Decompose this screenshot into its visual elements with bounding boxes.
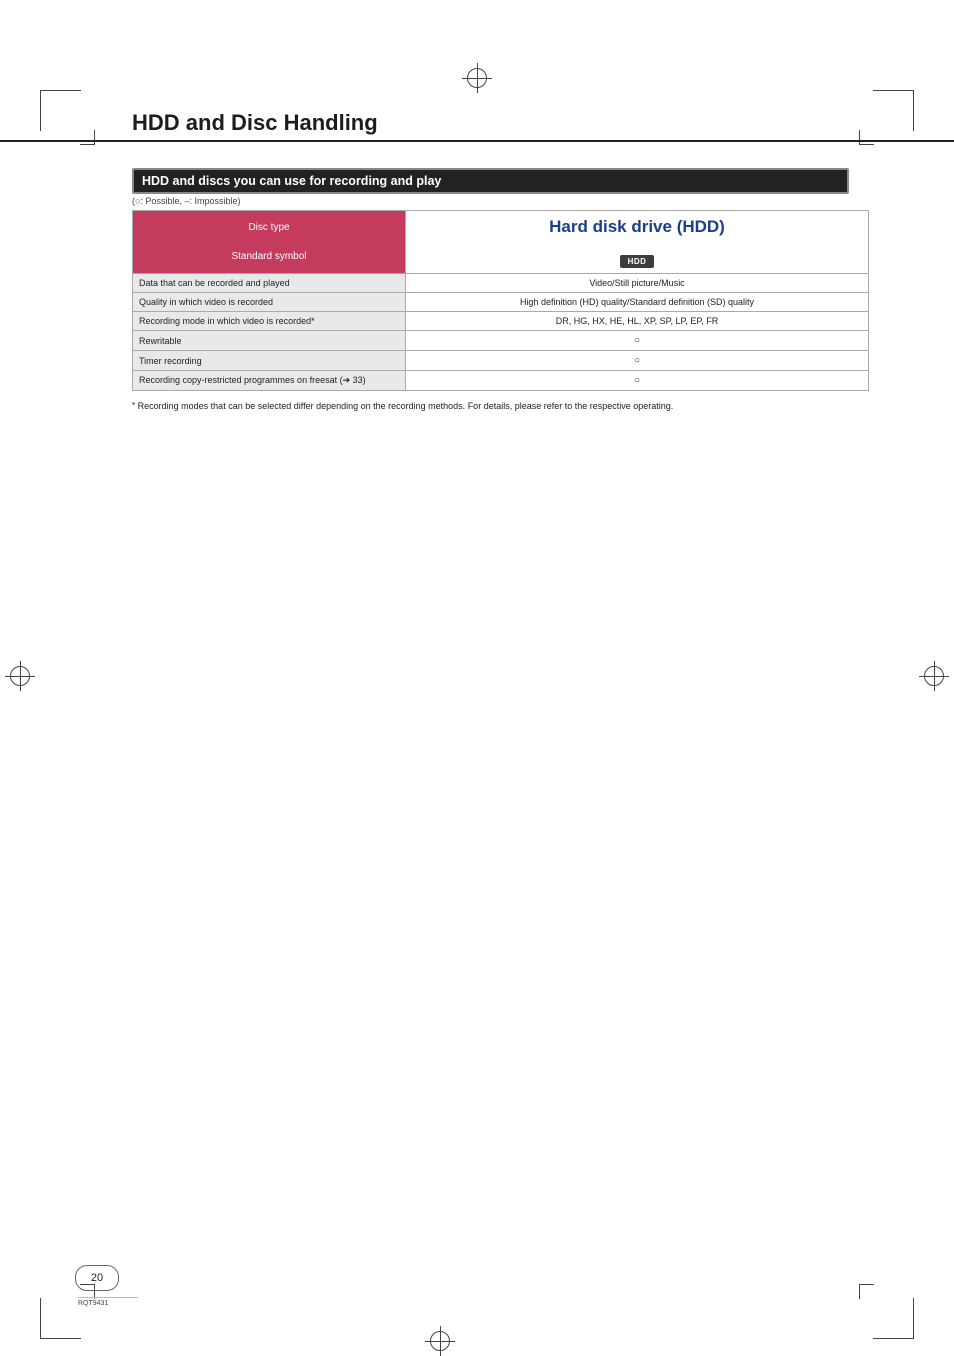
title-block: HDD and Disc Handling — [0, 110, 954, 142]
table-row: Recording mode in which video is recorde… — [133, 312, 869, 331]
row-value: ○ — [406, 351, 869, 371]
section-heading-bar: HDD and discs you can use for recording … — [132, 168, 849, 194]
row-value: DR, HG, HX, HE, HL, XP, SP, LP, EP, FR — [406, 312, 869, 331]
disc-type-header: Disc type Standard symbol — [133, 211, 406, 274]
table-row: Recording copy-restricted programmes on … — [133, 371, 869, 391]
row-label: Quality in which video is recorded — [133, 293, 406, 312]
table-row: Rewritable ○ — [133, 331, 869, 351]
crop-mark-bottom-right — [873, 1298, 914, 1339]
hdd-title: Hard disk drive (HDD) — [412, 217, 862, 237]
footnote-text: Recording modes that can be selected dif… — [138, 401, 674, 411]
row-value: ○ — [406, 331, 869, 351]
page-number: 20 — [91, 1272, 103, 1284]
page-title: HDD and Disc Handling — [132, 110, 869, 136]
standard-symbol-label: Standard symbol — [139, 251, 399, 262]
table-row: Timer recording ○ — [133, 351, 869, 371]
registration-mark-bottom — [430, 1331, 524, 1351]
hdd-header-cell: Hard disk drive (HDD) HDD — [406, 211, 869, 274]
table-header-row: Disc type Standard symbol Hard disk driv… — [133, 211, 869, 274]
row-value: ○ — [406, 371, 869, 391]
registration-mark-top — [430, 68, 524, 88]
disc-type-label: Disc type — [139, 222, 399, 233]
row-label: Recording mode in which video is recorde… — [133, 312, 406, 331]
page-content: HDD and Disc Handling HDD and discs you … — [132, 110, 869, 411]
row-label: Rewritable — [133, 331, 406, 351]
registration-mark-left — [10, 666, 30, 686]
page-number-capsule: 20 — [75, 1265, 119, 1291]
row-value: High definition (HD) quality/Standard de… — [406, 293, 869, 312]
footnote-marker: * — [132, 401, 135, 410]
section: HDD and discs you can use for recording … — [132, 168, 869, 411]
spec-table: Disc type Standard symbol Hard disk driv… — [132, 210, 869, 391]
legend-text: (○: Possible, –: Impossible) — [132, 196, 869, 206]
crop-mark-bottom-left — [40, 1298, 81, 1339]
row-value: Video/Still picture/Music — [406, 274, 869, 293]
row-label: Timer recording — [133, 351, 406, 371]
document-code: RQT9431 — [78, 1297, 138, 1307]
hdd-chip: HDD — [620, 255, 655, 268]
table-row: Data that can be recorded and played Vid… — [133, 274, 869, 293]
footnote: * Recording modes that can be selected d… — [132, 401, 869, 411]
row-label: Recording copy-restricted programmes on … — [133, 371, 406, 391]
registration-mark-right — [924, 666, 944, 686]
row-label: Data that can be recorded and played — [133, 274, 406, 293]
table-row: Quality in which video is recorded High … — [133, 293, 869, 312]
